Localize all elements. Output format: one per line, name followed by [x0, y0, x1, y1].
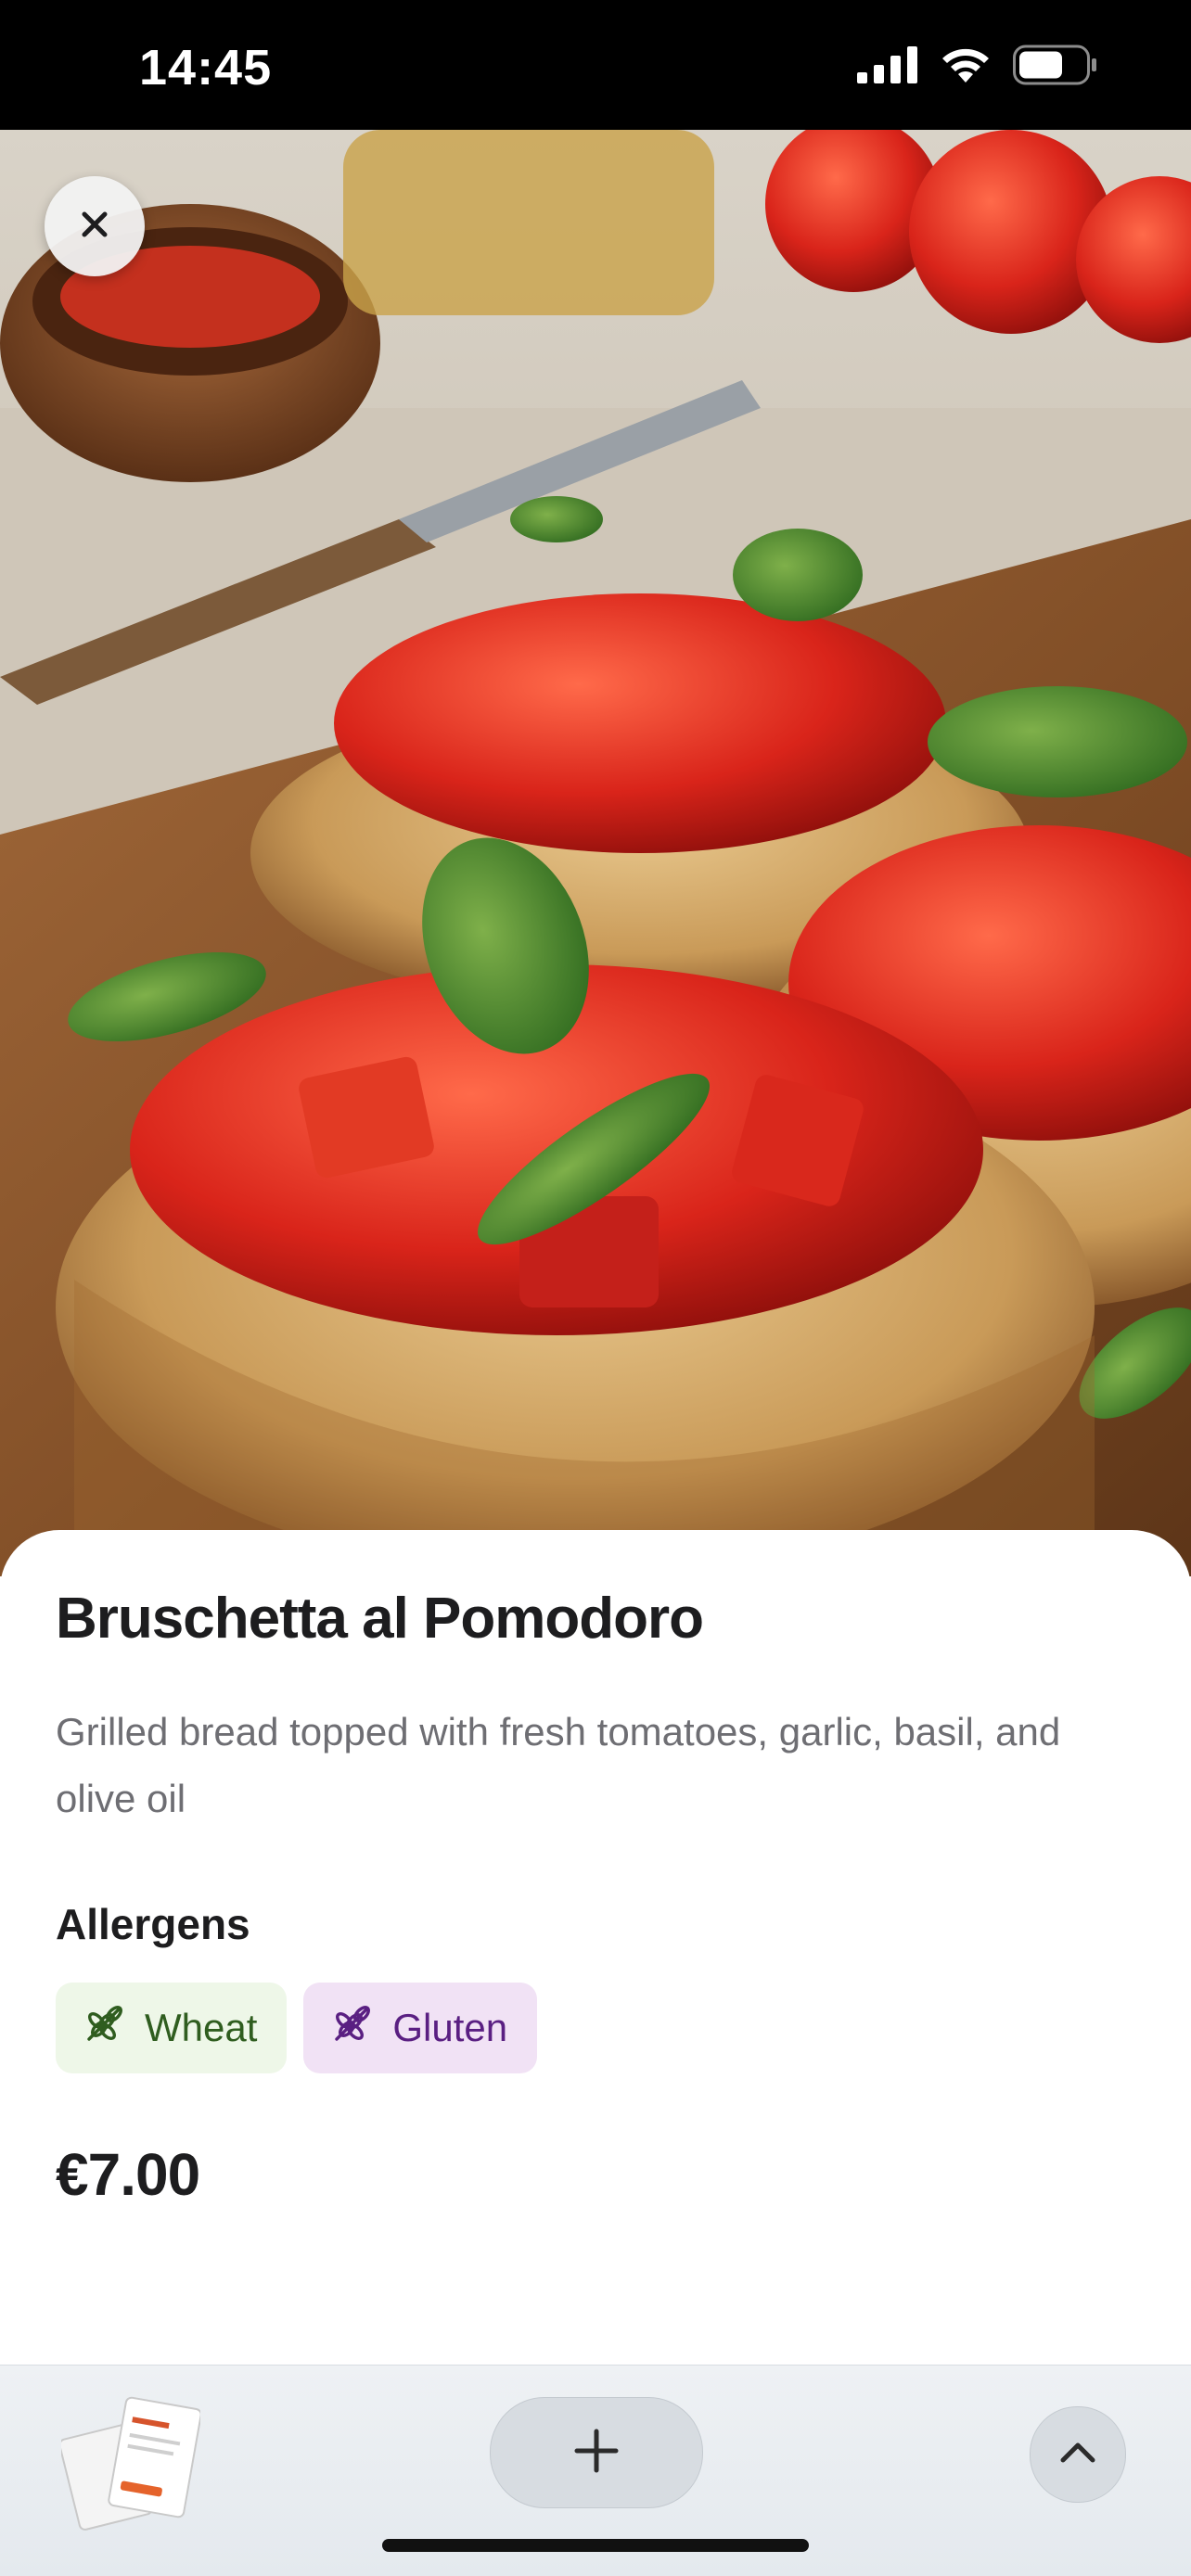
wifi-icon: [939, 45, 992, 89]
status-icons: [857, 45, 1098, 90]
allergen-label: Gluten: [392, 2006, 508, 2049]
dish-title: Bruschetta al Pomodoro: [56, 1587, 704, 1651]
tabs-thumbnail-icon: [58, 2396, 202, 2536]
phone-screen: 14:45 Bruschetta al Pomodoro Grilled bre…: [0, 0, 1191, 2576]
plus-icon: [571, 2426, 621, 2480]
allergen-chip-gluten: Gluten: [303, 1983, 538, 2073]
close-icon: [76, 206, 113, 248]
status-time: 14:45: [139, 40, 273, 96]
home-indicator[interactable]: [382, 2539, 809, 2552]
bruschetta-photo: [0, 130, 1191, 1576]
tabs-button[interactable]: [58, 2393, 202, 2532]
allergen-chip-wheat: Wheat: [56, 1983, 288, 2073]
scroll-up-button[interactable]: [1030, 2406, 1126, 2503]
dish-price: €7.00: [56, 2141, 200, 2208]
chevron-up-icon: [1056, 2430, 1100, 2480]
battery-icon: [1013, 45, 1098, 90]
allergens-heading: Allergens: [56, 1900, 250, 1948]
cellular-signal-icon: [857, 46, 918, 88]
dish-description: Grilled bread topped with fresh tomatoes…: [56, 1710, 1061, 1820]
allergen-label: Wheat: [145, 2006, 258, 2049]
add-button[interactable]: [490, 2397, 703, 2508]
status-bar: 14:45: [0, 0, 1191, 130]
close-button[interactable]: [45, 176, 145, 276]
wheat-icon: [331, 2002, 374, 2054]
wheat-icon: [83, 2002, 126, 2054]
dish-detail-sheet: Bruschetta al Pomodoro Grilled bread top…: [0, 1530, 1191, 2365]
allergen-list: Wheat Gluten: [56, 1983, 538, 2073]
